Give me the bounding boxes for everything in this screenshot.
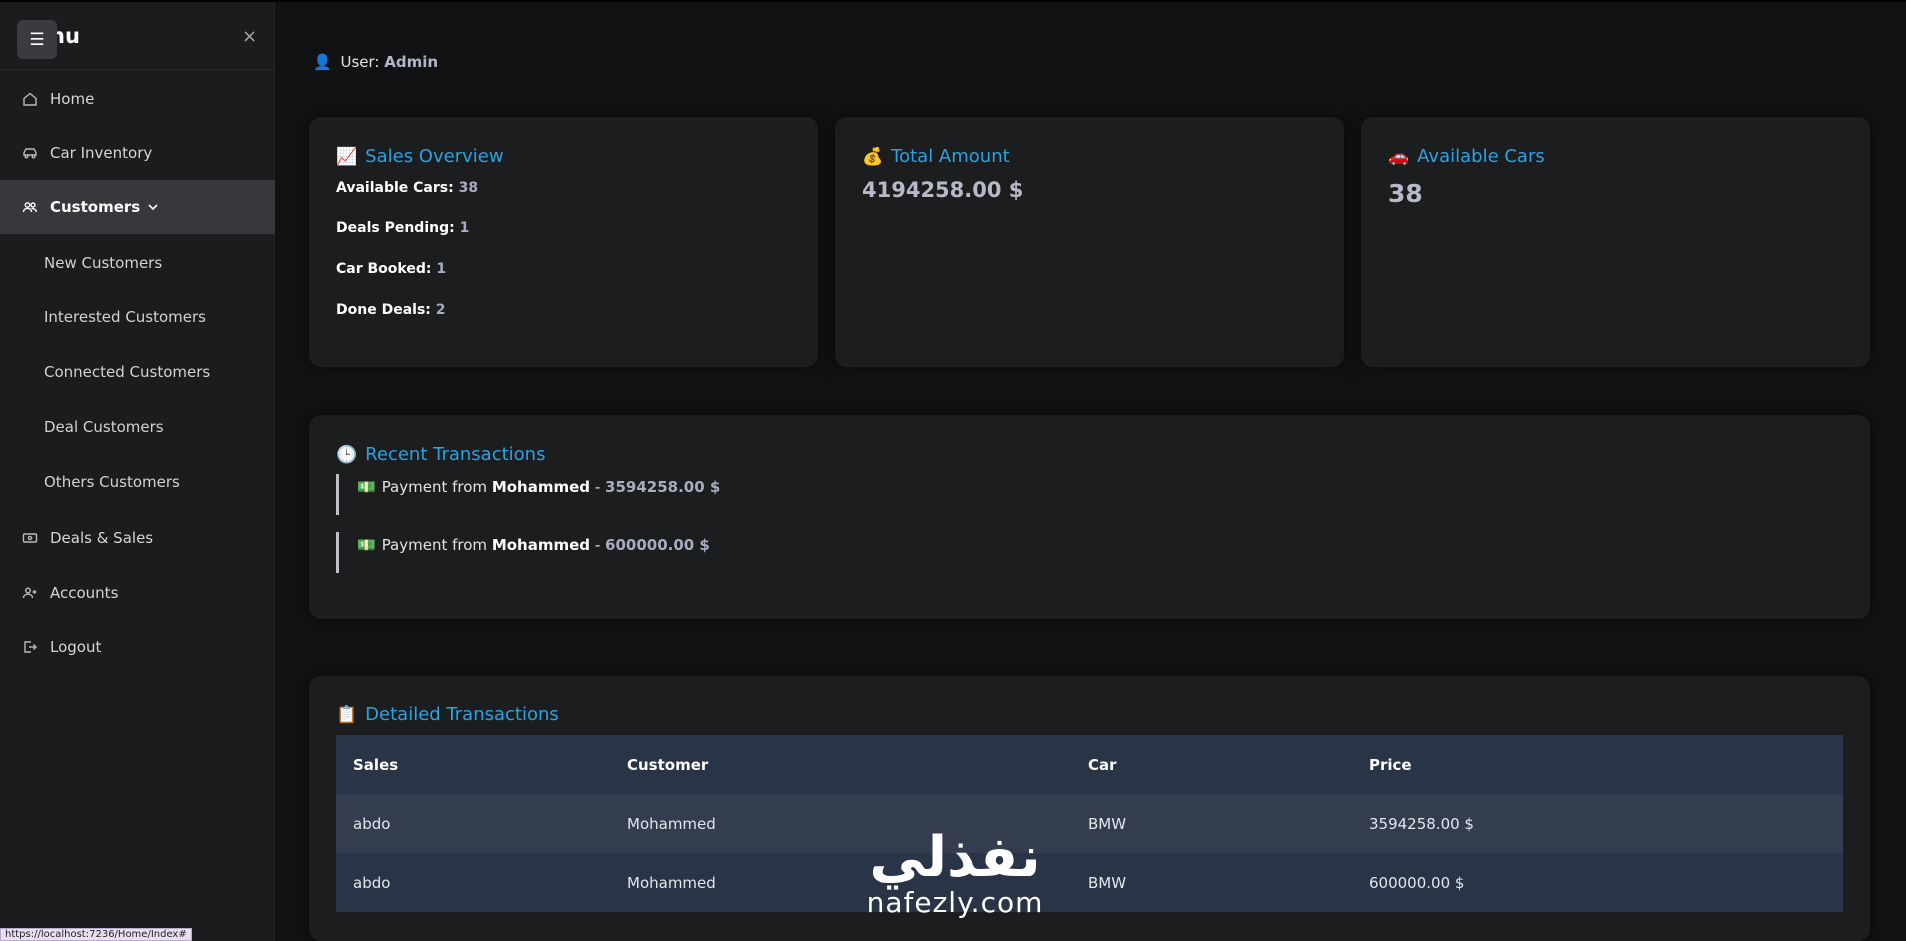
available-cars-value: 38: [1388, 179, 1423, 208]
watermark-logo: نفذلي nafezly.com: [850, 828, 1060, 918]
logout-icon: [22, 639, 38, 655]
clipboard-icon: 📋: [336, 704, 358, 725]
car-emoji-icon: 🚗: [1388, 146, 1410, 167]
tx-prefix: Payment from: [381, 478, 488, 496]
stat-label: Deals Pending:: [336, 220, 455, 236]
sidebar-subitem-new-customers[interactable]: New Customers: [0, 236, 275, 290]
sidebar-header: nu ☰ ×: [0, 2, 274, 70]
tx-name: Mohammed: [491, 478, 591, 496]
car-icon: [22, 145, 38, 161]
sidebar-item-label: Car Inventory: [50, 144, 153, 162]
current-user: 👤 User: Admin: [313, 53, 438, 71]
detailed-transactions-title: 📋 Detailed Transactions: [336, 704, 559, 725]
sidebar-item-accounts[interactable]: Accounts: [0, 566, 275, 620]
sidebar-item-label: Customers: [50, 198, 141, 216]
recent-transactions-title: 🕒 Recent Transactions: [336, 444, 545, 465]
card-title-text: Total Amount: [891, 146, 1010, 167]
card-title-text: Sales Overview: [365, 146, 504, 167]
tx-sep: -: [594, 478, 601, 496]
sidebar-item-label: Logout: [50, 638, 102, 656]
sidebar-item-label: Home: [50, 90, 95, 108]
stat-value: 2: [435, 302, 446, 318]
cell-sales: abdo: [336, 794, 610, 853]
sidebar-item-customers[interactable]: Customers: [0, 180, 275, 234]
sidebar-subitem-deal-customers[interactable]: Deal Customers: [0, 400, 275, 454]
user-icon: 👤: [313, 53, 332, 71]
cell-car: BMW: [1071, 794, 1352, 853]
sidebar-subitem-interested-customers[interactable]: Interested Customers: [0, 290, 275, 344]
stat-car-booked: Car Booked: 1: [336, 261, 446, 277]
stat-value: 38: [458, 180, 479, 196]
close-icon[interactable]: ×: [242, 28, 257, 46]
stat-available-cars: Available Cars: 38: [336, 180, 478, 196]
transactions-table: Sales Customer Car Price abdo Mohammed B…: [336, 735, 1843, 912]
total-amount-value: 4194258.00 $: [862, 178, 1024, 202]
recent-transactions-card: 🕒 Recent Transactions 💵 Payment from Moh…: [309, 415, 1870, 619]
tx-prefix: Payment from: [381, 536, 488, 554]
cell-price: 3594258.00 $: [1352, 794, 1843, 853]
sidebar: nu ☰ × Home Car Inventory Customers New …: [0, 2, 275, 941]
hamburger-icon: ☰: [29, 29, 45, 50]
user-plus-icon: [22, 585, 38, 601]
transaction-item: 💵 Payment from Mohammed - 3594258.00 $: [336, 474, 720, 515]
table-row: abdo Mohammed BMW 600000.00 $: [336, 853, 1843, 912]
sidebar-subitem-others-customers[interactable]: Others Customers: [0, 455, 275, 509]
table-row: abdo Mohammed BMW 3594258.00 $: [336, 794, 1843, 853]
home-icon: [22, 91, 38, 107]
card-title-text: Detailed Transactions: [365, 704, 559, 725]
tx-sep: -: [594, 536, 601, 554]
column-header-customer: Customer: [610, 735, 1071, 794]
total-amount-card: 💰 Total Amount 4194258.00 $: [835, 117, 1344, 367]
sidebar-item-car-inventory[interactable]: Car Inventory: [0, 126, 275, 180]
stat-value: 1: [436, 261, 447, 277]
top-border: [0, 0, 1906, 2]
watermark-arabic: نفذلي: [869, 825, 1041, 890]
cash-emoji-icon: 💵: [357, 478, 376, 496]
cell-price: 600000.00 $: [1352, 853, 1843, 912]
card-title-text: Available Cars: [1417, 146, 1545, 167]
stat-done-deals: Done Deals: 2: [336, 302, 446, 318]
sales-overview-title: 📈 Sales Overview: [336, 146, 504, 167]
cell-car: BMW: [1071, 853, 1352, 912]
column-header-car: Car: [1071, 735, 1352, 794]
watermark-latin: nafezly.com: [866, 886, 1044, 919]
sidebar-subitem-connected-customers[interactable]: Connected Customers: [0, 345, 275, 399]
sidebar-item-home[interactable]: Home: [0, 72, 275, 126]
column-header-price: Price: [1352, 735, 1843, 794]
available-cars-title: 🚗 Available Cars: [1388, 146, 1545, 167]
column-header-sales: Sales: [336, 735, 610, 794]
detailed-transactions-card: 📋 Detailed Transactions Sales Customer C…: [309, 676, 1870, 941]
cash-icon: [22, 530, 38, 546]
user-name: Admin: [384, 53, 439, 71]
users-icon: [22, 199, 38, 215]
transaction-item: 💵 Payment from Mohammed - 600000.00 $: [336, 532, 710, 573]
table-header-row: Sales Customer Car Price: [336, 735, 1843, 794]
tx-name: Mohammed: [491, 536, 591, 554]
menu-toggle-button[interactable]: ☰: [17, 20, 57, 59]
sidebar-item-label: Deals & Sales: [50, 529, 154, 547]
stat-deals-pending: Deals Pending: 1: [336, 220, 469, 236]
available-cars-card: 🚗 Available Cars 38: [1361, 117, 1870, 367]
tx-amount: 3594258.00 $: [605, 478, 721, 496]
clock-icon: 🕒: [336, 444, 358, 465]
sidebar-item-deals-sales[interactable]: Deals & Sales: [0, 511, 275, 565]
cell-sales: abdo: [336, 853, 610, 912]
money-bag-icon: 💰: [862, 146, 884, 167]
chevron-down-icon: [147, 201, 159, 213]
sidebar-item-logout[interactable]: Logout: [0, 620, 275, 674]
tx-amount: 600000.00 $: [605, 536, 710, 554]
user-prefix: User:: [340, 53, 380, 71]
cash-emoji-icon: 💵: [357, 536, 376, 554]
chart-up-icon: 📈: [336, 146, 358, 167]
total-amount-title: 💰 Total Amount: [862, 146, 1010, 167]
sidebar-item-label: Accounts: [50, 584, 119, 602]
sales-overview-card: 📈 Sales Overview Available Cars: 38 Deal…: [309, 117, 818, 367]
stat-value: 1: [459, 220, 470, 236]
card-title-text: Recent Transactions: [365, 444, 546, 465]
stat-label: Available Cars:: [336, 180, 454, 196]
status-bar-url: https://localhost:7236/Home/Index#: [0, 928, 192, 941]
stat-label: Done Deals:: [336, 302, 431, 318]
stat-label: Car Booked:: [336, 261, 432, 277]
